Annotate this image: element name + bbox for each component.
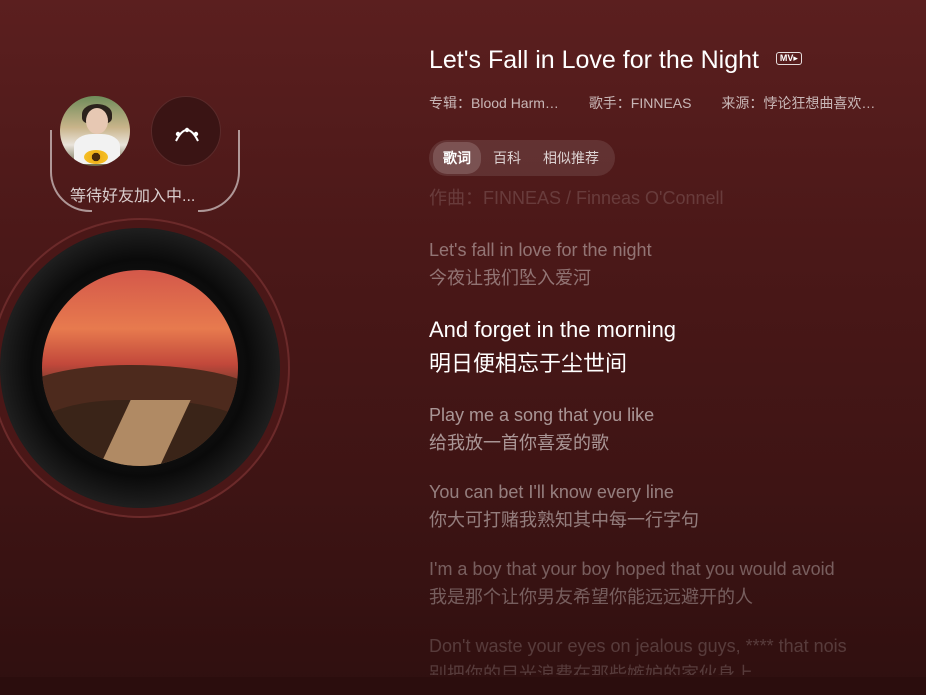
- album-cover: [42, 270, 238, 466]
- source-link[interactable]: 来源：悖论狂想曲喜欢…: [721, 95, 875, 111]
- listen-together-area: 等待好友加入中...: [40, 90, 250, 220]
- lyrics-panel[interactable]: 作曲：FINNEAS / Finneas O'Connell Let's fal…: [429, 180, 919, 675]
- vinyl-record: [0, 218, 290, 518]
- tab-wiki[interactable]: 百科: [483, 142, 531, 174]
- lyric-line: Don't waste your eyes on jealous guys, *…: [429, 636, 847, 675]
- lyrics-tabs: 歌词 百科 相似推荐: [429, 140, 615, 176]
- lyric-line: 作曲：FINNEAS / Finneas O'Connell: [429, 188, 724, 208]
- lyric-line: You can bet I'll know every line 你大可打赌我熟…: [429, 482, 699, 530]
- user-avatar[interactable]: [60, 96, 130, 166]
- invite-friend-button[interactable]: [151, 96, 221, 166]
- mv-badge[interactable]: MV▸: [775, 51, 802, 65]
- player-bar-edge: [0, 677, 926, 695]
- lyric-line: Play me a song that you like 给我放一首你喜爱的歌: [429, 405, 655, 453]
- album-link[interactable]: 专辑：Blood Harm…: [429, 95, 559, 111]
- tab-lyrics[interactable]: 歌词: [433, 142, 481, 174]
- artist-link[interactable]: 歌手：FINNEAS: [589, 95, 692, 111]
- listen-together-icon: [175, 127, 199, 142]
- song-meta: 专辑：Blood Harm… 歌手：FINNEAS 来源：悖论狂想曲喜欢…: [429, 93, 901, 113]
- lyric-line: I'm a boy that your boy hoped that you w…: [429, 559, 835, 607]
- song-title: Let's Fall in Love for the Night MV▸: [429, 46, 802, 75]
- lyric-line-current: And forget in the morning 明日便相忘于尘世间: [429, 317, 677, 376]
- lyric-line: Let's fall in love for the night 今夜让我们坠入…: [429, 240, 652, 288]
- waiting-for-friend-text: 等待好友加入中...: [70, 188, 196, 205]
- tab-similar[interactable]: 相似推荐: [533, 142, 609, 174]
